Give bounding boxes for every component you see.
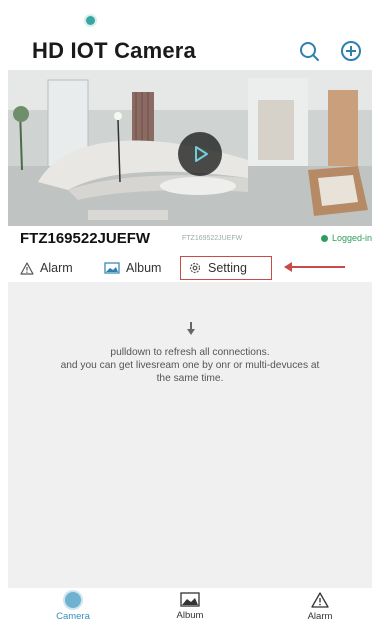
camera-info-row: FTZ169522JUEFW FTZ169522JUEFW Logged-in [20,228,372,250]
tab-alarm[interactable]: Alarm [275,592,365,622]
setting-action-label: Setting [208,261,247,275]
hint-line-3: the same time. [156,373,224,384]
connection-status: Logged-in [320,233,372,243]
camera-uid: FTZ169522JUEFW [182,235,243,242]
plus-circle-icon [341,41,361,61]
play-button[interactable] [178,132,222,176]
camera-actions: Alarm Album Setting [20,256,372,280]
alarm-action-label: Alarm [40,261,73,275]
alarm-icon [311,592,329,608]
album-action[interactable]: Album [104,256,161,280]
notification-dot [86,16,95,25]
tab-camera[interactable]: Camera [28,592,118,622]
pulldown-hint: pulldown to refresh all connections. and… [8,346,372,385]
tab-alarm-label: Alarm [307,611,333,622]
status-dot-icon [320,234,328,242]
album-icon [180,592,200,607]
hint-line-1: pulldown to refresh all connections. [110,347,270,358]
camera-preview[interactable] [8,70,372,226]
down-arrow-icon [186,322,196,341]
camera-name: FTZ169522JUEFW [20,230,151,247]
tab-camera-label: Camera [56,611,90,622]
alarm-action[interactable]: Alarm [20,256,73,280]
search-button[interactable] [296,38,322,64]
search-icon [300,42,319,61]
status-label: Logged-in [331,233,372,243]
album-icon [104,262,120,274]
album-action-label: Album [126,261,162,275]
annotation-arrow [284,262,345,272]
add-camera-button[interactable] [338,38,364,64]
setting-action[interactable]: Setting [180,256,272,280]
alarm-icon [20,261,34,275]
tab-album[interactable]: Album [145,592,235,621]
bottom-tab-bar: Camera Album Alarm [8,588,372,627]
tab-album-label: Album [176,610,204,621]
camera-icon [65,592,81,608]
hint-line-2: and you can get livesream one by onr or … [60,360,320,371]
gear-icon [189,262,201,274]
play-icon [195,146,208,162]
app-title: HD IOT Camera [32,38,196,63]
